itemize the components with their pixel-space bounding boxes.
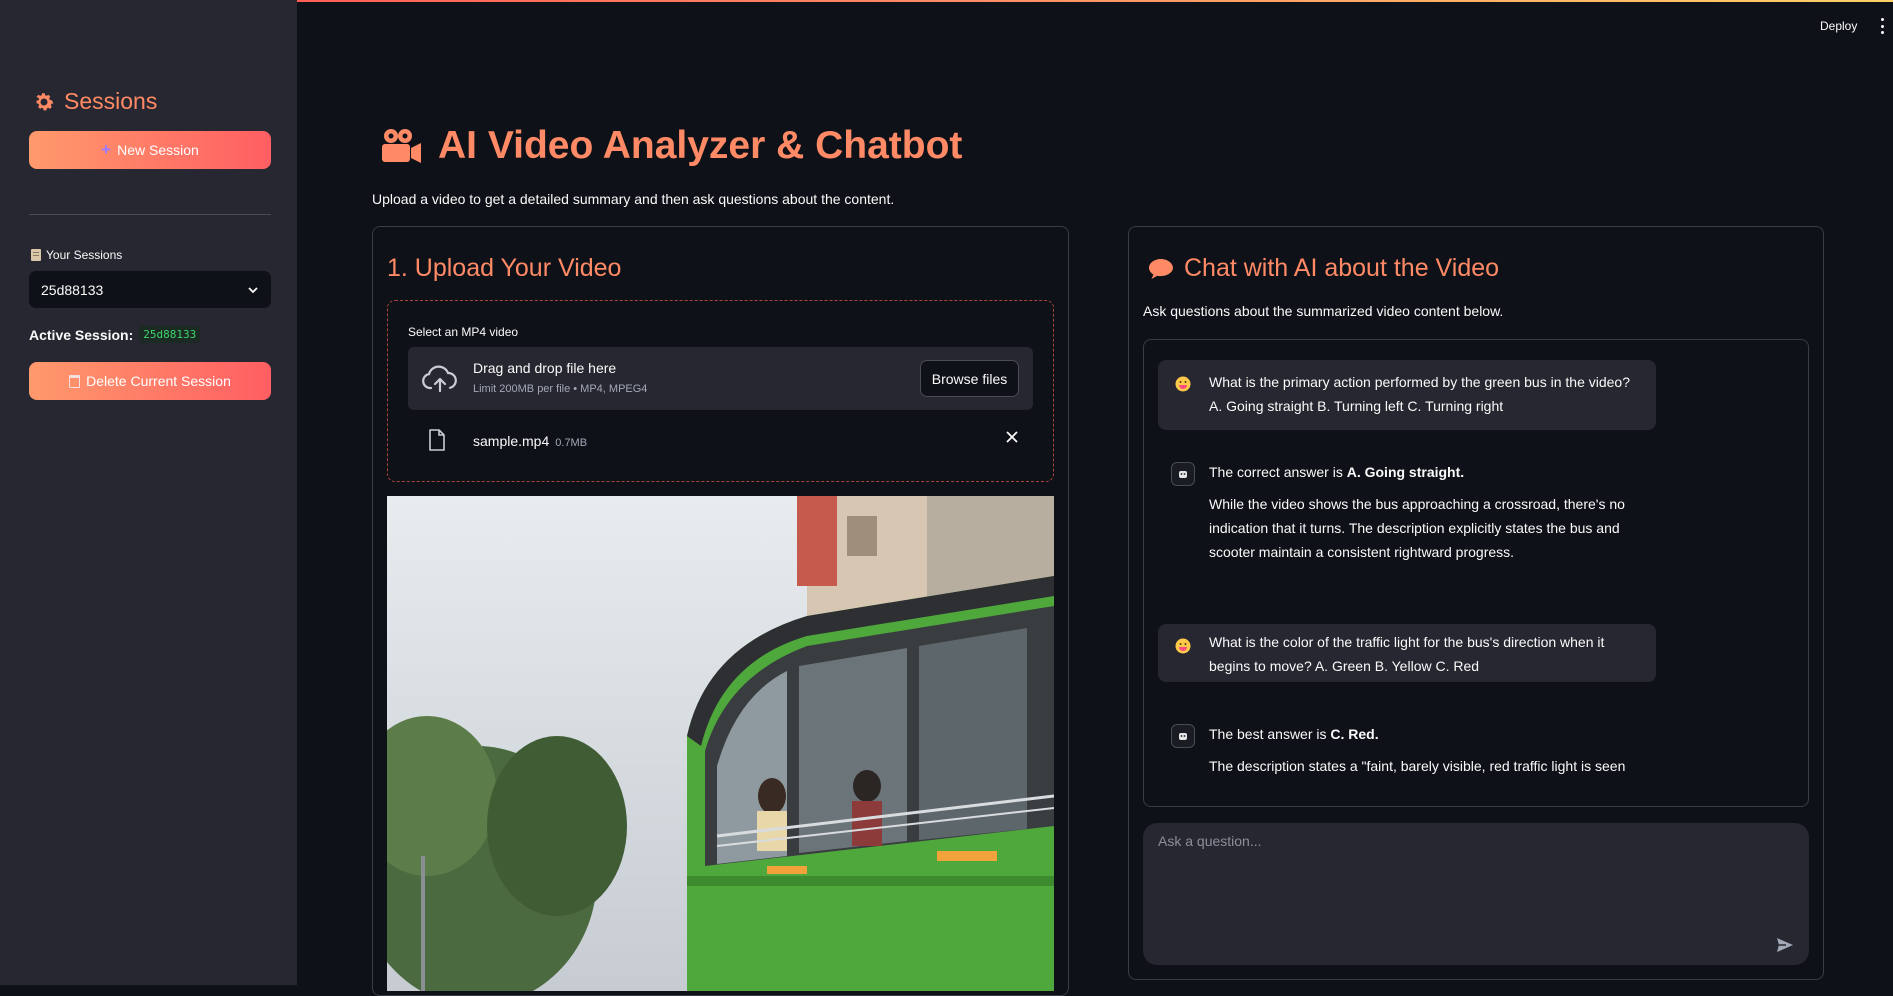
active-session-label: Active Session: xyxy=(29,326,134,343)
session-select[interactable]: 25d88133 xyxy=(29,271,271,308)
chevron-down-icon xyxy=(248,286,258,293)
sessions-label: Your Sessions xyxy=(31,248,122,262)
active-session: Active Session: 25d88133 xyxy=(29,326,201,343)
gear-icon xyxy=(36,92,54,110)
user-avatar-icon xyxy=(1171,634,1195,658)
browse-files-button[interactable]: Browse files xyxy=(920,360,1019,397)
chat-message-text: What is the primary action performed by … xyxy=(1209,374,1630,414)
deploy-button[interactable]: Deploy xyxy=(1820,19,1857,33)
active-session-id: 25d88133 xyxy=(139,326,201,343)
drop-text: Drag and drop file here xyxy=(473,360,617,376)
kebab-menu-icon[interactable] xyxy=(1880,18,1884,34)
chat-message-text: The best answer is C. Red. The descripti… xyxy=(1209,722,1639,778)
file-name: sample.mp4 0.7MB xyxy=(473,433,587,449)
sidebar: Sessions + New Session Your Sessions 25d… xyxy=(0,0,297,985)
chat-message-text: The correct answer is A. Going straight.… xyxy=(1209,460,1639,564)
file-name-text: sample.mp4 xyxy=(473,433,550,449)
file-dropzone[interactable]: Drag and drop file here Limit 200MB per … xyxy=(408,347,1033,410)
user-avatar-icon xyxy=(1171,372,1195,396)
speech-bubble-icon xyxy=(1149,258,1173,279)
uploaded-file-row: sample.mp4 0.7MB xyxy=(408,423,1033,459)
chat-input[interactable]: Ask a question... xyxy=(1143,823,1809,965)
chat-message-assistant: The correct answer is A. Going straight.… xyxy=(1158,450,1656,560)
sidebar-title: Sessions xyxy=(32,88,157,115)
delete-session-button[interactable]: Delete Current Session xyxy=(29,362,271,400)
file-icon xyxy=(429,429,445,451)
bot-avatar-icon xyxy=(1171,462,1195,486)
remove-file-icon[interactable] xyxy=(1005,430,1019,444)
chat-message-text: What is the color of the traffic light f… xyxy=(1209,634,1605,674)
video-frame-bus xyxy=(387,496,1054,991)
chat-heading-text: Chat with AI about the Video xyxy=(1184,254,1500,282)
upload-label: Select an MP4 video xyxy=(408,325,519,339)
answer-detail: The description states a "faint, barely … xyxy=(1209,758,1626,774)
send-icon[interactable] xyxy=(1775,935,1795,955)
video-player[interactable] xyxy=(387,496,1054,991)
answer-prefix: The best answer is xyxy=(1209,726,1331,742)
notepad-icon xyxy=(31,249,41,261)
sessions-label-text: Your Sessions xyxy=(46,248,123,262)
plus-icon: + xyxy=(101,140,112,159)
limit-text: Limit 200MB per file • MP4, MPEG4 xyxy=(473,383,648,395)
chat-intro: Ask questions about the summarized video… xyxy=(1143,303,1504,319)
upload-heading: 1. Upload Your Video xyxy=(387,254,622,282)
file-size: 0.7MB xyxy=(555,437,588,449)
new-session-button[interactable]: + New Session xyxy=(29,131,271,169)
upload-dropzone-container: Select an MP4 video Drag and drop file h… xyxy=(387,300,1054,482)
bot-avatar-icon xyxy=(1171,724,1195,748)
chat-message-user: What is the primary action performed by … xyxy=(1158,360,1656,430)
new-session-label: New Session xyxy=(117,142,199,158)
answer-detail: While the video shows the bus approachin… xyxy=(1209,496,1625,560)
chat-history[interactable]: What is the primary action performed by … xyxy=(1143,339,1809,807)
session-select-value: 25d88133 xyxy=(41,281,104,298)
answer-bold: A. Going straight. xyxy=(1346,464,1465,480)
chat-message-user: What is the color of the traffic light f… xyxy=(1158,624,1656,682)
answer-bold: C. Red. xyxy=(1330,726,1379,742)
cloud-upload-icon xyxy=(422,365,457,393)
delete-session-label: Delete Current Session xyxy=(86,373,231,389)
wastebasket-icon xyxy=(69,374,81,388)
chat-heading: Chat with AI about the Video xyxy=(1148,254,1499,283)
chat-input-placeholder: Ask a question... xyxy=(1158,833,1262,849)
page-subtitle: Upload a video to get a detailed summary… xyxy=(372,191,895,207)
upload-card: 1. Upload Your Video Select an MP4 video… xyxy=(372,226,1069,996)
answer-line: The best answer is C. Red. xyxy=(1209,722,1639,746)
sidebar-title-text: Sessions xyxy=(64,88,158,114)
chat-message-assistant: The best answer is C. Red. The descripti… xyxy=(1158,712,1656,806)
page-title: AI Video Analyzer & Chatbot xyxy=(380,124,962,168)
chat-card: Chat with AI about the Video Ask questio… xyxy=(1128,226,1824,980)
page-title-text: AI Video Analyzer & Chatbot xyxy=(438,124,963,167)
video-camera-icon xyxy=(382,129,421,163)
answer-line: The correct answer is A. Going straight. xyxy=(1209,460,1639,484)
sidebar-divider xyxy=(29,214,271,215)
answer-prefix: The correct answer is xyxy=(1209,464,1347,480)
